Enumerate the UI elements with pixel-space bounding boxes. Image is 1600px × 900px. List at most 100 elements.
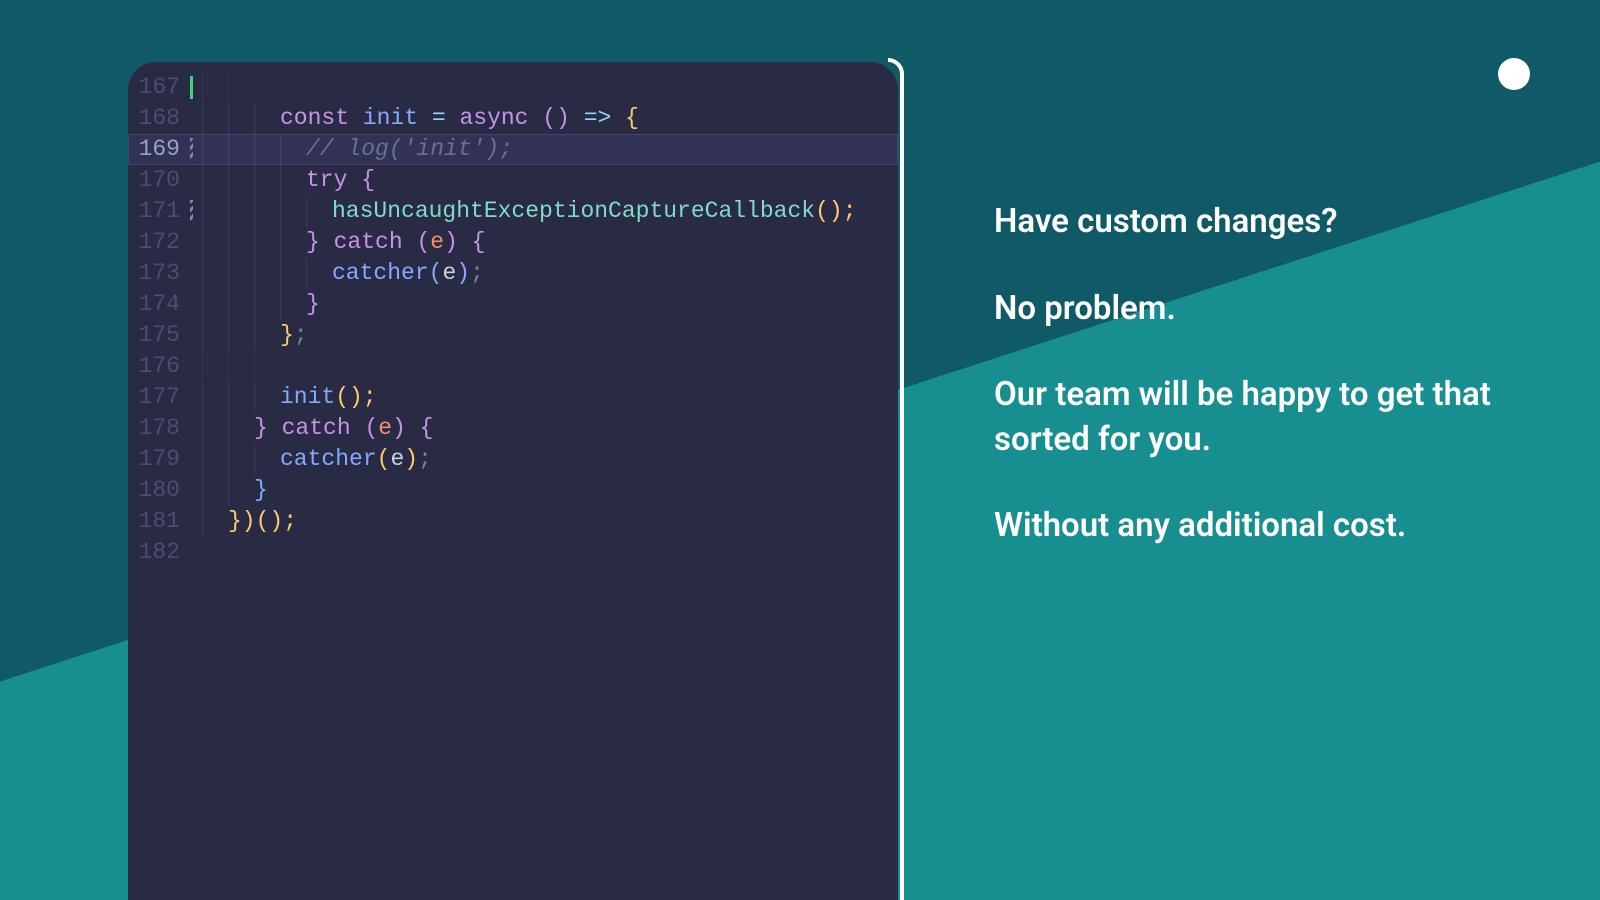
token-brace: ( xyxy=(364,413,378,444)
token-brace: ( xyxy=(429,258,443,289)
line-number: 171 xyxy=(128,196,190,227)
token-parens: (); xyxy=(335,382,376,413)
line-number: 179 xyxy=(128,444,190,475)
line-number: 170 xyxy=(128,165,190,196)
token-call: init xyxy=(280,382,335,413)
token-brace: } xyxy=(306,227,320,258)
token-brace: { xyxy=(458,227,486,258)
code-line: 180 } xyxy=(128,475,898,506)
code-editor-card: 167 168 const init = async () => { 169 /… xyxy=(128,62,898,900)
line-number: 177 xyxy=(128,382,190,413)
token-keyword: async xyxy=(459,103,528,134)
token-parens: (); xyxy=(815,196,856,227)
gutter-blank xyxy=(190,227,198,258)
code-line: 168 const init = async () => { xyxy=(128,103,898,134)
code-text: }; xyxy=(198,320,308,351)
token-keyword: catch xyxy=(320,227,417,258)
token-brace: } xyxy=(254,413,268,444)
code-text: } catch (e) { xyxy=(198,413,433,444)
token-keyword: try xyxy=(306,165,347,196)
code-line: 179 catcher(e); xyxy=(128,444,898,475)
token-parens: () xyxy=(528,103,583,134)
token-brace: ( xyxy=(377,444,391,475)
copy-line-3: Our team will be happy to get that sorte… xyxy=(994,373,1530,462)
gutter-blank xyxy=(190,413,198,444)
gutter-blank xyxy=(190,444,198,475)
line-number: 176 xyxy=(128,351,190,382)
token-semi: ; xyxy=(418,444,432,475)
gutter-blank xyxy=(190,165,198,196)
gutter-blank xyxy=(190,351,198,382)
token-brace: { xyxy=(406,413,434,444)
gutter-blank xyxy=(190,537,198,568)
code-line: 167 xyxy=(128,72,898,103)
code-line-active: 169 // log('init'); xyxy=(128,134,898,165)
copy-line-4: Without any additional cost. xyxy=(994,504,1530,549)
token-brace: ) xyxy=(392,413,406,444)
code-text xyxy=(198,72,254,103)
token-brace: } xyxy=(306,289,320,320)
gutter-blank xyxy=(190,382,198,413)
code-text xyxy=(198,351,280,382)
token-param: e xyxy=(442,258,456,289)
line-number: 172 xyxy=(128,227,190,258)
code-text: init(); xyxy=(198,382,377,413)
token-comment: // log('init'); xyxy=(306,134,513,165)
gutter-conflict-icon xyxy=(190,134,198,165)
code-line: 182 xyxy=(128,537,898,568)
token-brace: } xyxy=(254,475,268,506)
gutter-blank xyxy=(190,320,198,351)
token-param: e xyxy=(430,227,444,258)
gutter-modified-icon xyxy=(190,72,198,103)
code-line: 173 catcher(e); xyxy=(128,258,898,289)
pagination-dot[interactable] xyxy=(1498,58,1530,90)
token-brace: ) xyxy=(456,258,470,289)
code-line: 175 }; xyxy=(128,320,898,351)
token-keyword: catch xyxy=(268,413,365,444)
token-call: catcher xyxy=(332,258,429,289)
copy-line-2: No problem. xyxy=(994,287,1530,332)
token-identifier: init xyxy=(363,103,418,134)
line-number: 173 xyxy=(128,258,190,289)
code-line: 174 } xyxy=(128,289,898,320)
token-brace: ( xyxy=(416,227,430,258)
line-number: 169 xyxy=(128,134,190,165)
token-brace: { xyxy=(347,165,375,196)
token-brace: } xyxy=(280,320,294,351)
code-text: catcher(e); xyxy=(198,258,484,289)
token-brace: ) xyxy=(404,444,418,475)
token-call: catcher xyxy=(280,444,377,475)
gutter-conflict-icon xyxy=(190,196,198,227)
code-line: 171 hasUncaughtExceptionCaptureCallback(… xyxy=(128,196,898,227)
code-text: })(); xyxy=(198,506,297,537)
code-line: 181 })(); xyxy=(128,506,898,537)
code-text: } xyxy=(198,289,320,320)
token-param: e xyxy=(390,444,404,475)
token-tail: })(); xyxy=(228,506,297,537)
token-brace: ) xyxy=(444,227,458,258)
code-text: catcher(e); xyxy=(198,444,432,475)
code-text: const init = async () => { xyxy=(198,103,639,134)
code-text: try { xyxy=(198,165,375,196)
token-keyword: const xyxy=(280,103,349,134)
line-number: 168 xyxy=(128,103,190,134)
marketing-copy: Have custom changes? No problem. Our tea… xyxy=(994,200,1530,549)
code-text: // log('init'); xyxy=(198,134,513,165)
code-line: 170 try { xyxy=(128,165,898,196)
token-operator: => xyxy=(584,103,612,134)
code-line: 178 } catch (e) { xyxy=(128,413,898,444)
slide: 167 168 const init = async () => { 169 /… xyxy=(0,0,1600,900)
gutter-blank xyxy=(190,475,198,506)
token-param: e xyxy=(378,413,392,444)
code-text: } catch (e) { xyxy=(198,227,485,258)
code-text: } xyxy=(198,475,268,506)
code-line: 172 } catch (e) { xyxy=(128,227,898,258)
copy-line-1: Have custom changes? xyxy=(994,200,1530,245)
token-operator: = xyxy=(418,103,459,134)
token-semi: ; xyxy=(294,320,308,351)
code-text: hasUncaughtExceptionCaptureCallback(); xyxy=(198,196,857,227)
line-number: 178 xyxy=(128,413,190,444)
line-number: 181 xyxy=(128,506,190,537)
token-semi: ; xyxy=(470,258,484,289)
line-number: 167 xyxy=(128,72,190,103)
